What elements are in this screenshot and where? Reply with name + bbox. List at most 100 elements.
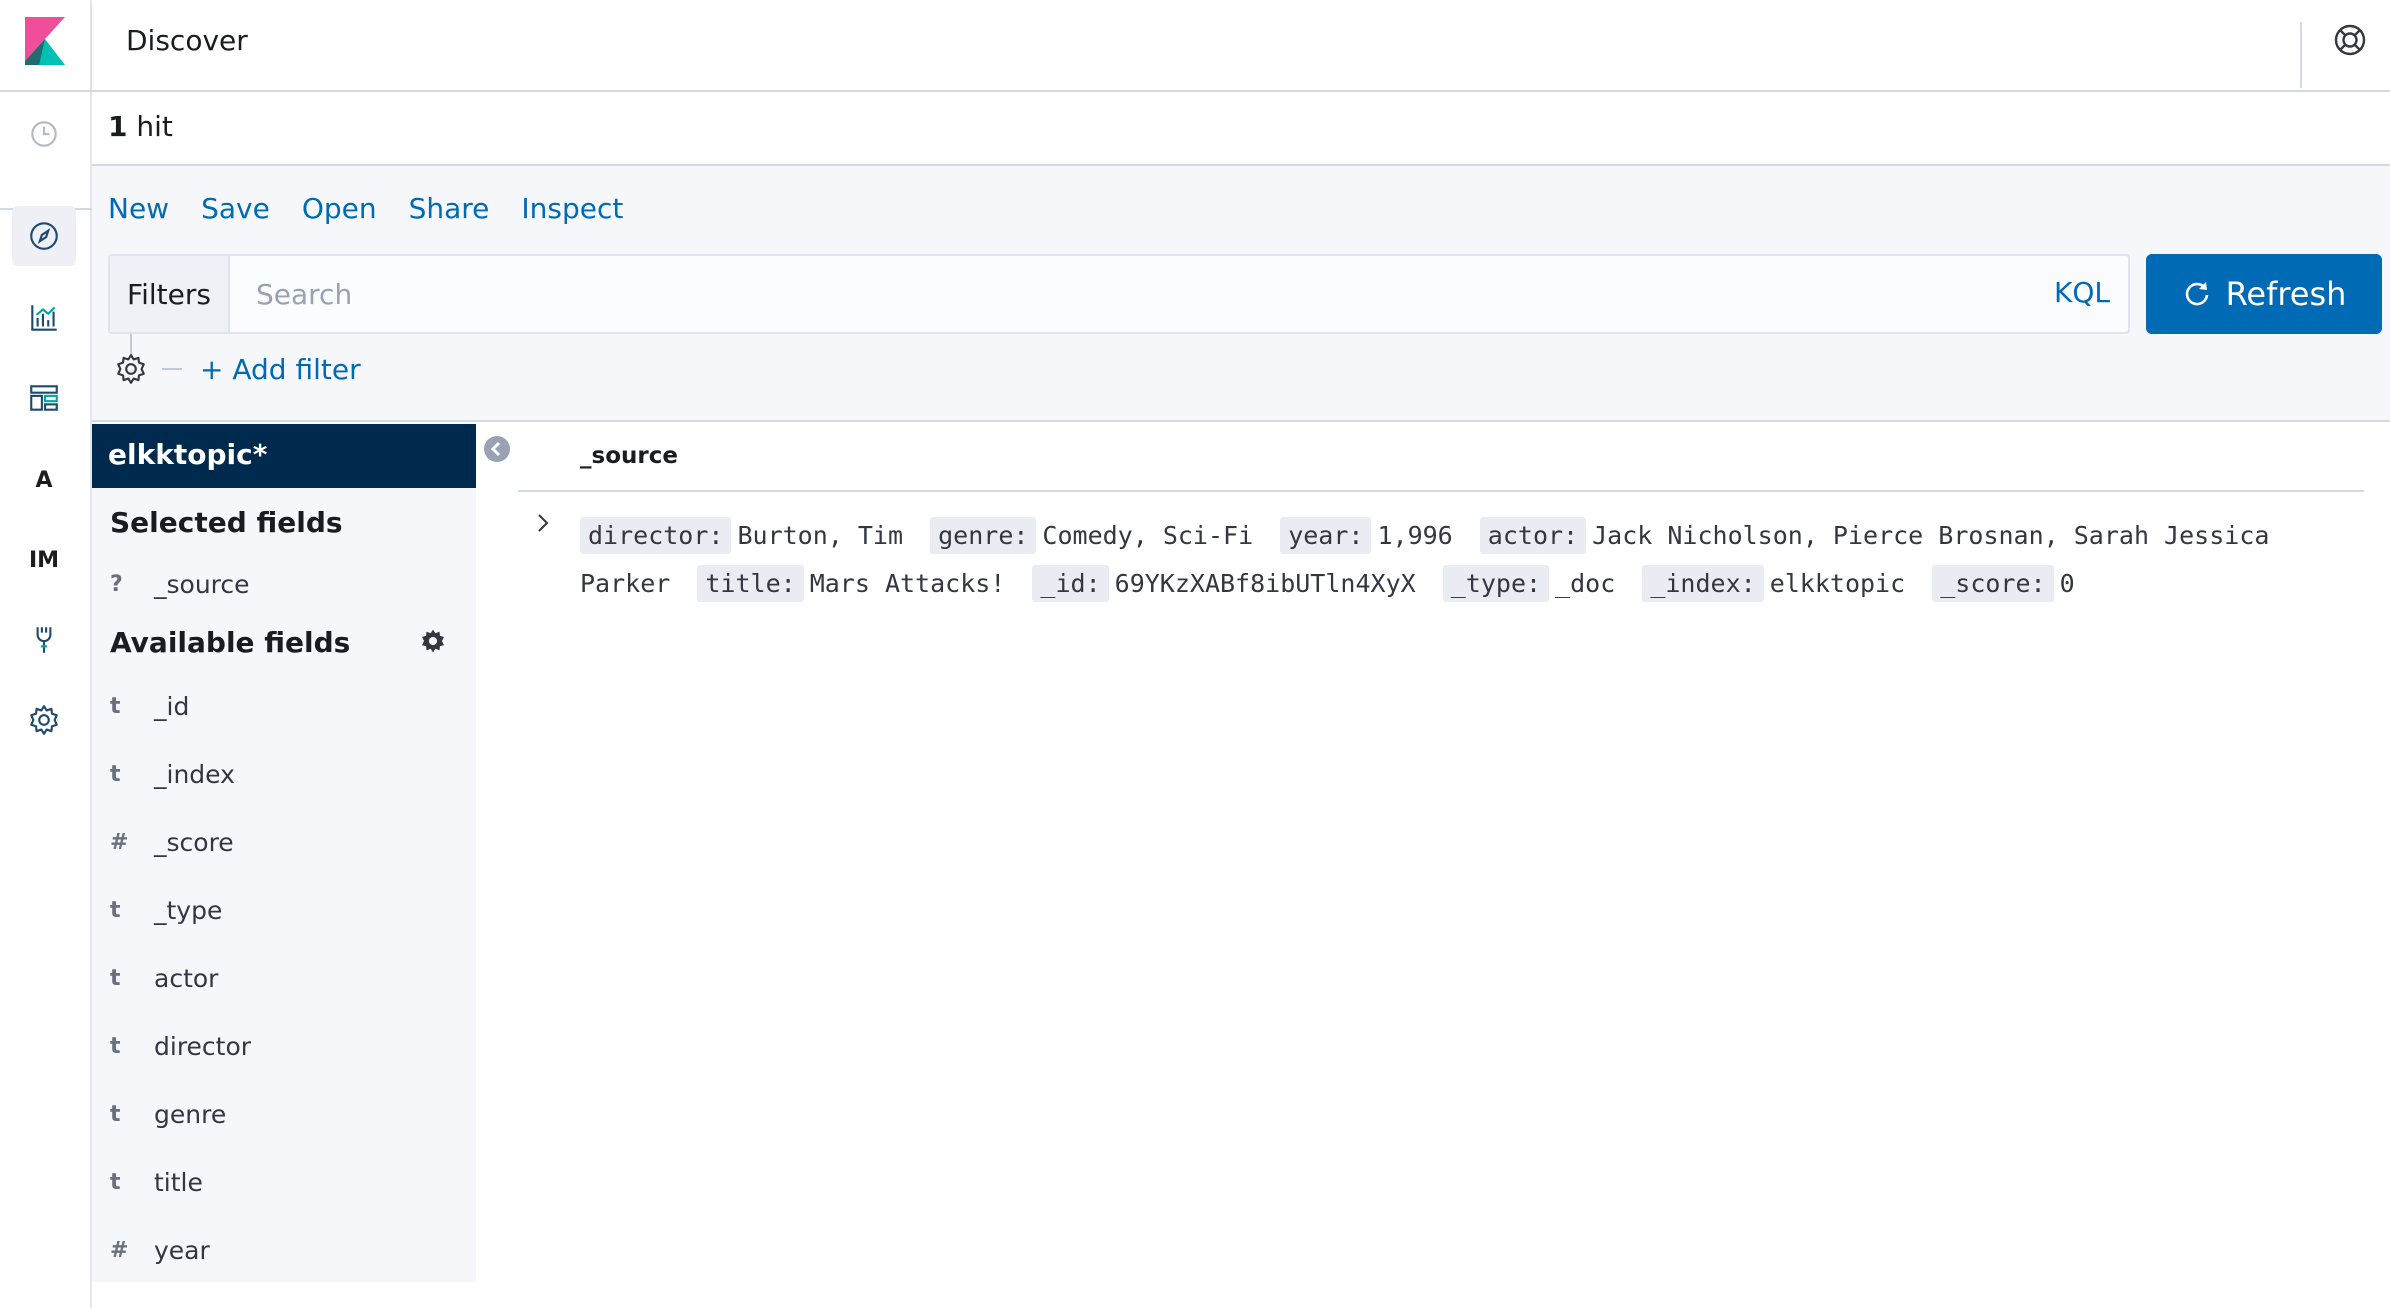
field-type-icon: t [110,897,121,923]
page-title: Discover [126,24,248,57]
help-lifebuoy-icon[interactable] [2332,22,2368,58]
filter-dash [162,368,182,370]
field-type-icon: ? [110,571,123,597]
field-name: genre [154,1099,227,1129]
field-name: _index [154,759,235,789]
doc-field-key: _type: [1442,565,1550,602]
field-type-icon: t [110,965,121,991]
new-button[interactable]: New [108,192,169,225]
hits-number: 1 [108,110,128,143]
doc-field-value: 69YKzXABf8ibUTln4XyX [1114,569,1416,598]
hits-bar: 1 hit [92,92,2390,166]
filter-row: + Add filter [108,344,361,394]
doc-field-value: Comedy, Sci-Fi [1042,521,1254,550]
share-button[interactable]: Share [409,192,490,225]
visualize-chart-icon[interactable] [12,288,76,348]
doc-field-id: _id: 69YKzXABf8ibUTln4XyX [1032,565,1427,602]
open-button[interactable]: Open [302,192,377,225]
expand-row-chevron-icon[interactable] [532,510,554,536]
doc-field-value: 0 [2059,569,2075,598]
inspect-button[interactable]: Inspect [521,192,623,225]
field-filter-gear-icon[interactable] [420,628,446,654]
add-filter-button[interactable]: + Add filter [200,353,361,386]
refresh-label: Refresh [2225,275,2347,313]
available-field-id[interactable]: t _id [110,686,189,726]
refresh-icon [2185,282,2208,306]
field-type-icon: t [110,1169,121,1195]
doc-field-score: _score: 0 [1932,565,2086,602]
nav-divider [0,90,92,92]
kibana-logo-icon[interactable] [25,17,65,65]
doc-field-value: 1,996 [1377,521,1453,550]
hits-label: hit [136,110,173,143]
collapse-sidebar-arrow-icon[interactable] [482,434,512,464]
doc-field-key: title: [697,565,804,602]
document-source: director: Burton, Tim genre: Comedy, Sci-F… [580,512,2320,608]
selected-fields-title: Selected fields [110,506,343,539]
field-type-icon: t [110,761,121,787]
available-field-score[interactable]: # _score [110,822,234,862]
filter-settings-gear-icon[interactable] [114,352,148,386]
doc-field-type: _type: _doc [1442,565,1628,602]
field-name: _score [154,827,234,857]
field-name: actor [154,963,219,993]
doc-field-value: Mars Attacks! [809,569,1006,598]
kql-toggle-button[interactable]: KQL [2054,276,2110,309]
field-name: _id [154,691,190,721]
doc-table-header-divider [518,490,2364,492]
doc-field-genre: genre: Comedy, Sci-Fi [930,517,1265,554]
field-type-icon: t [110,693,121,719]
query-bar-area: New Save Open Share Inspect Filters KQL … [92,166,2390,422]
available-field-director[interactable]: t director [110,1026,251,1066]
selected-field-source[interactable]: ? _source [110,564,250,604]
field-type-icon: # [110,1237,129,1263]
doc-field-value: elkktopic [1769,569,1906,598]
source-column-header: _source [580,443,678,469]
available-fields-title: Available fields [110,626,351,659]
doc-field-value: Burton, Tim [737,521,904,550]
doc-field-index: _index: elkktopic [1642,565,1917,602]
doc-field-value: _doc [1555,569,1616,598]
search-bar: Filters KQL [108,254,2130,334]
available-field-index[interactable]: t _index [110,754,235,794]
filters-button[interactable]: Filters [110,256,230,332]
top-menu: New Save Open Share Inspect [108,192,623,225]
available-field-type[interactable]: t _type [110,890,222,930]
doc-field-title: title: Mars Attacks! [697,565,1017,602]
field-sidebar: elkktopic* Selected fields ? _source Ava… [92,424,476,1282]
recently-viewed-clock-icon[interactable] [12,104,76,164]
discover-compass-icon[interactable] [12,206,76,266]
doc-field-key: _id: [1032,565,1109,602]
field-name: _source [154,569,250,599]
app-header: Discover [92,0,2390,92]
left-nav: A IM [0,0,92,1308]
field-name: _type [154,895,223,925]
field-type-icon: # [110,829,129,855]
doc-field-key: year: [1280,517,1372,554]
dev-tools-icon[interactable] [12,610,76,670]
doc-field-key: actor: [1479,517,1587,554]
field-name: title [154,1167,203,1197]
refresh-button[interactable]: Refresh [2146,254,2382,334]
index-pattern-selector[interactable]: elkktopic* [92,424,476,488]
available-field-genre[interactable]: t genre [110,1094,226,1134]
doc-field-key: genre: [930,517,1037,554]
field-name: director [154,1031,252,1061]
space-avatar-im[interactable]: IM [24,540,64,580]
doc-field-director: director: Burton, Tim [580,517,915,554]
doc-field-key: _index: [1642,565,1764,602]
available-field-actor[interactable]: t actor [110,958,218,998]
available-field-title[interactable]: t title [110,1162,203,1202]
dashboard-icon[interactable] [12,368,76,428]
doc-field-key: _score: [1932,565,2054,602]
save-button[interactable]: Save [201,192,270,225]
management-gear-icon[interactable] [12,690,76,750]
available-field-year[interactable]: # year [110,1230,210,1270]
space-avatar-a[interactable]: A [24,460,64,500]
search-input[interactable] [232,256,1992,332]
field-name: year [154,1235,210,1265]
doc-field-key: director: [580,517,732,554]
hits-count: 1 hit [108,110,173,143]
field-type-icon: t [110,1101,121,1127]
header-divider [2300,22,2302,88]
